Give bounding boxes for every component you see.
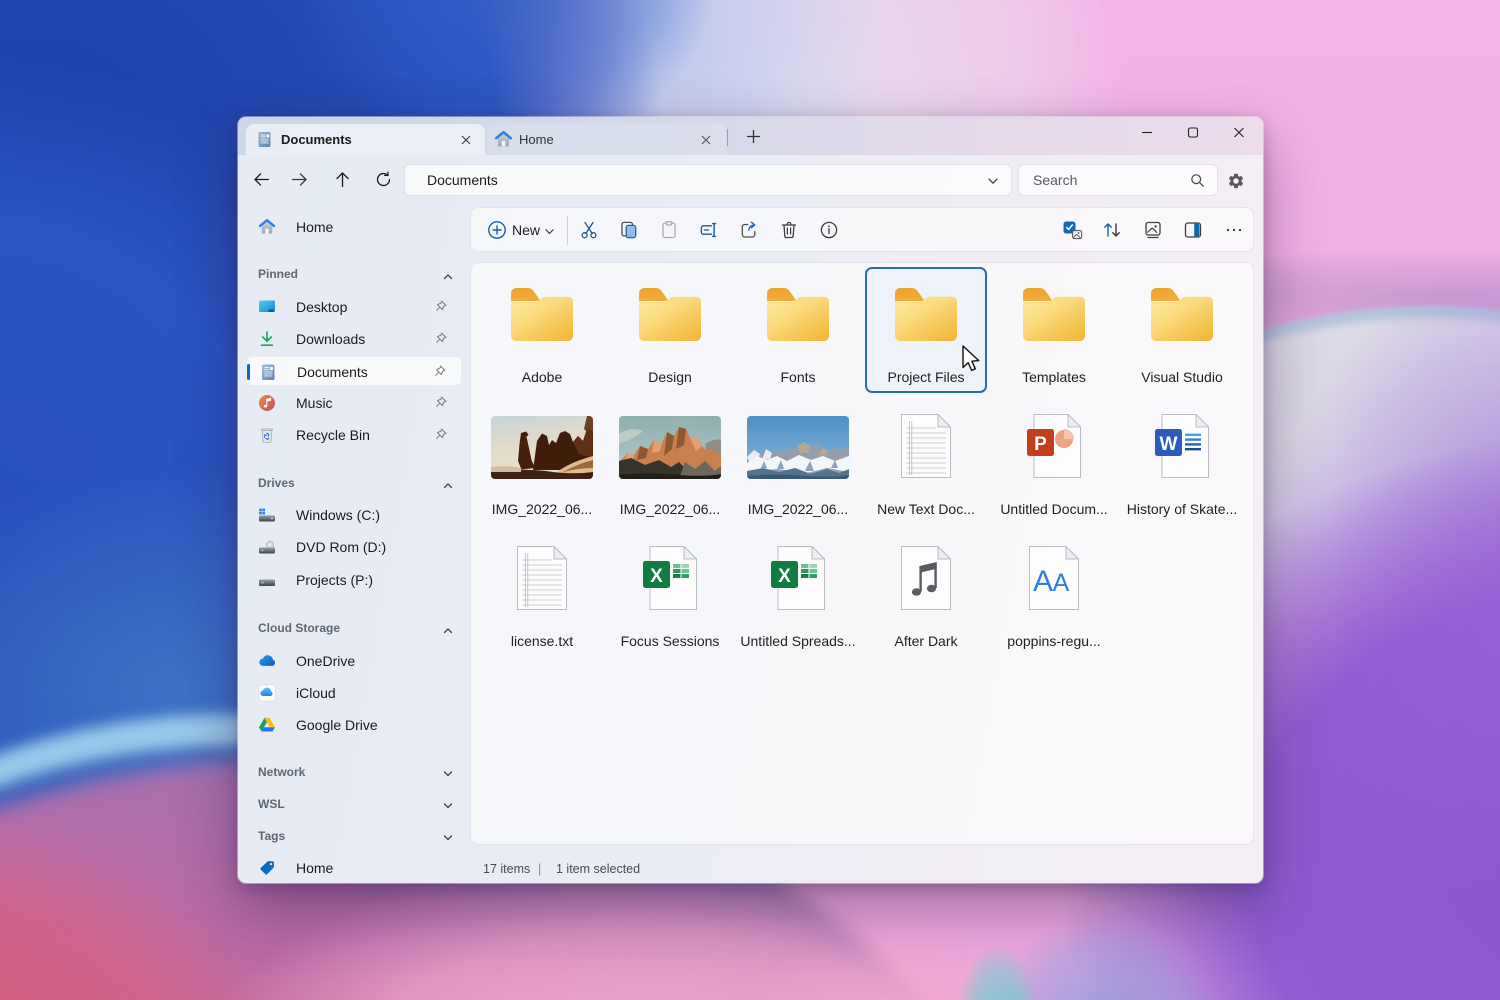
svg-text:W: W [1160,434,1178,455]
svg-text:A: A [1053,569,1070,597]
svg-text:P: P [1034,434,1047,455]
svg-text:X: X [778,566,791,587]
svg-text:X: X [650,566,663,587]
svg-text:A: A [1033,565,1053,598]
